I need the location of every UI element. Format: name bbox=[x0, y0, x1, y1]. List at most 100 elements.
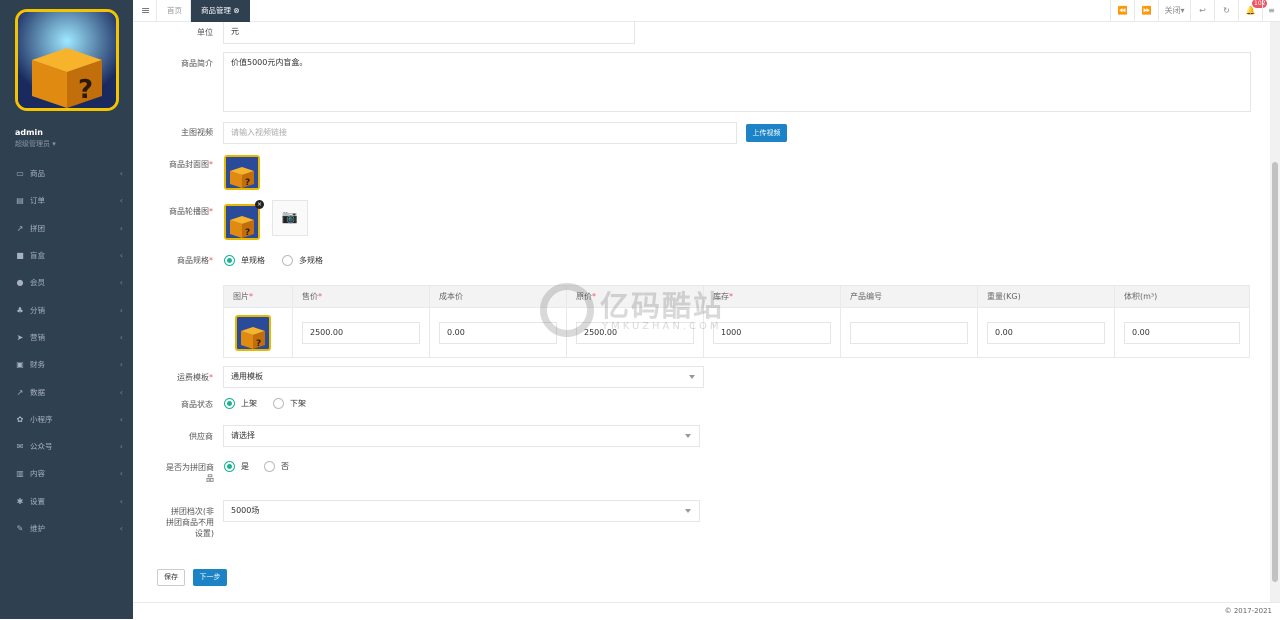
spec-table: 图片* 售价* 成本价 原价* 库存* 产品编号 重量(KG) 体积(m³) ?… bbox=[223, 285, 1250, 358]
unit-field[interactable]: 元 bbox=[223, 22, 635, 44]
status-on-shelf-radio[interactable]: 上架 bbox=[224, 398, 257, 409]
volume-cell: 0.00 bbox=[1114, 307, 1250, 358]
sidebar-item-settings[interactable]: ✱ 设置 ‹ bbox=[0, 488, 133, 515]
required-mark: * bbox=[209, 256, 213, 265]
hamburger-menu-icon[interactable]: ≡ bbox=[141, 4, 150, 17]
spec-multi-radio[interactable]: 多规格 bbox=[282, 255, 323, 266]
save-button[interactable]: 保存 bbox=[157, 569, 185, 586]
table-header-row: 图片* 售价* 成本价 原价* 库存* 产品编号 重量(KG) 体积(m³) bbox=[223, 285, 1250, 308]
column-header-volume: 体积(m³) bbox=[1114, 285, 1250, 308]
scrollbar[interactable] bbox=[1270, 22, 1280, 602]
money-icon: ▣ bbox=[16, 360, 24, 370]
tab-home[interactable]: 首页 bbox=[156, 0, 192, 22]
sidebar-item-mini-program[interactable]: ✿ 小程序 ‹ bbox=[0, 406, 133, 433]
status-off-shelf-radio[interactable]: 下架 bbox=[273, 398, 306, 409]
user-role-dropdown[interactable]: 超级管理员 ▾ bbox=[15, 139, 56, 149]
top-navbar: ≡ 首页 商品管理 ⊗ ⏪ ⏩ 关闭▾ ↩ ↻ 🔔 102 ≡ bbox=[133, 0, 1280, 22]
remove-image-icon[interactable]: × bbox=[255, 200, 264, 209]
sidebar-item-data[interactable]: ↗ 数据 ‹ bbox=[0, 378, 133, 405]
spec-single-radio[interactable]: 单规格 bbox=[224, 255, 265, 266]
spec-image-thumb[interactable]: ? bbox=[235, 314, 271, 351]
sidebar-item-finance[interactable]: ▣ 财务 ‹ bbox=[0, 351, 133, 378]
add-image-camera-icon[interactable]: 📷 bbox=[272, 200, 308, 236]
required-mark: * bbox=[592, 292, 596, 301]
spec-image-cell[interactable]: ? bbox=[223, 307, 293, 358]
weight-input[interactable]: 0.00 bbox=[987, 321, 1105, 344]
column-header-sku: 产品编号 bbox=[840, 285, 978, 308]
chevron-left-icon: ‹ bbox=[119, 496, 123, 506]
sidebar-item-blind-box[interactable]: ■ 盲盒 ‹ bbox=[0, 242, 133, 269]
chevron-left-icon: ‹ bbox=[119, 360, 123, 370]
bell-icon[interactable]: 🔔 102 bbox=[1238, 0, 1268, 22]
shipping-template-select[interactable]: 通用模板 bbox=[223, 366, 704, 388]
volume-input[interactable]: 0.00 bbox=[1124, 321, 1240, 344]
group-times-select[interactable]: 5000场 bbox=[223, 500, 700, 522]
carousel-image-thumb[interactable]: ? bbox=[224, 204, 260, 240]
sidebar-item-label: 订单 bbox=[30, 196, 45, 206]
column-header-label: 原价 bbox=[576, 292, 592, 301]
select-value: 5000场 bbox=[231, 506, 260, 515]
sidebar-item-official-account[interactable]: ✉ 公众号 ‹ bbox=[0, 433, 133, 460]
cost-input[interactable]: 0.00 bbox=[439, 321, 557, 344]
stock-input[interactable]: 1000 bbox=[713, 321, 831, 344]
sidebar-item-label: 内容 bbox=[30, 469, 45, 479]
sidebar-item-content[interactable]: ▥ 内容 ‹ bbox=[0, 460, 133, 487]
radio-label: 是 bbox=[241, 462, 249, 471]
radio-label: 单规格 bbox=[241, 256, 265, 265]
cost-cell: 0.00 bbox=[429, 307, 567, 358]
caret-down-icon bbox=[685, 509, 691, 513]
mystery-box-image: ? bbox=[226, 206, 258, 238]
sidebar-menu: ▭ 商品 ‹ ▤ 订单 ‹ ↗ 拼团 ‹ ■ 盲盒 ‹ ● 会员 ‹ ♣ 分销 ‹ ➤ 营销 ‹ ▣ 财务 ‹ … bbox=[0, 160, 133, 542]
status-label: 商品状态 bbox=[181, 400, 213, 409]
wechat-icon: ✉ bbox=[16, 442, 24, 452]
supplier-label: 供应商 bbox=[189, 432, 213, 441]
price-input[interactable]: 2500.00 bbox=[302, 321, 420, 344]
chevron-left-icon: ‹ bbox=[119, 414, 123, 424]
svg-text:?: ? bbox=[245, 178, 250, 188]
sidebar-item-label: 盲盒 bbox=[30, 251, 45, 261]
sidebar-item-orders[interactable]: ▤ 订单 ‹ bbox=[0, 187, 133, 214]
avatar[interactable]: ? bbox=[15, 9, 119, 111]
sidebar-item-label: 营销 bbox=[30, 332, 45, 342]
tab-scroll-right-icon[interactable]: ⏩ bbox=[1134, 0, 1158, 22]
radio-checked-icon bbox=[224, 255, 235, 266]
caret-down-icon bbox=[685, 434, 691, 438]
more-menu-icon[interactable]: ≡ bbox=[1262, 0, 1280, 22]
video-url-input[interactable]: 请输入视频链接 bbox=[223, 122, 737, 144]
sidebar-item-distribution[interactable]: ♣ 分销 ‹ bbox=[0, 296, 133, 323]
scrollbar-thumb[interactable] bbox=[1272, 162, 1278, 582]
chevron-left-icon: ‹ bbox=[119, 332, 123, 342]
mystery-box-image: ? bbox=[226, 157, 258, 188]
back-icon[interactable]: ↩ bbox=[1190, 0, 1214, 22]
chevron-left-icon: ‹ bbox=[119, 278, 123, 288]
radio-label: 多规格 bbox=[299, 256, 323, 265]
close-tabs-dropdown[interactable]: 关闭▾ bbox=[1158, 0, 1190, 22]
sidebar-item-marketing[interactable]: ➤ 营销 ‹ bbox=[0, 324, 133, 351]
sidebar-item-group-buy[interactable]: ↗ 拼团 ‹ bbox=[0, 215, 133, 242]
group-buy-yes-radio[interactable]: 是 bbox=[224, 461, 249, 472]
chevron-left-icon: ‹ bbox=[119, 169, 123, 179]
original-price-input[interactable]: 2500.00 bbox=[576, 321, 694, 344]
sidebar-item-label: 拼团 bbox=[30, 223, 45, 233]
next-step-button[interactable]: 下一步 bbox=[193, 569, 227, 586]
sku-input[interactable] bbox=[850, 321, 968, 344]
column-header-label: 库存 bbox=[713, 292, 729, 301]
original-price-cell: 2500.00 bbox=[566, 307, 704, 358]
sidebar-item-members[interactable]: ● 会员 ‹ bbox=[0, 269, 133, 296]
tab-scroll-left-icon[interactable]: ⏪ bbox=[1110, 0, 1134, 22]
svg-text:?: ? bbox=[245, 228, 250, 238]
group-buy-no-radio[interactable]: 否 bbox=[264, 461, 289, 472]
intro-textarea[interactable]: 价值5000元内盲盒。 bbox=[223, 52, 1251, 112]
select-value: 请选择 bbox=[231, 431, 255, 440]
refresh-icon[interactable]: ↻ bbox=[1214, 0, 1238, 22]
unit-label: 单位 bbox=[197, 28, 213, 37]
sidebar-item-maintenance[interactable]: ✎ 维护 ‹ bbox=[0, 515, 133, 542]
upload-video-button[interactable]: 上传视频 bbox=[746, 124, 787, 142]
sku-cell bbox=[840, 307, 978, 358]
supplier-select[interactable]: 请选择 bbox=[223, 425, 700, 447]
required-mark: * bbox=[318, 292, 322, 301]
chevron-left-icon: ‹ bbox=[119, 251, 123, 261]
sidebar-item-goods[interactable]: ▭ 商品 ‹ bbox=[0, 160, 133, 187]
tab-goods-management[interactable]: 商品管理 ⊗ bbox=[190, 0, 250, 22]
cover-image-thumb[interactable]: ? bbox=[224, 155, 260, 190]
